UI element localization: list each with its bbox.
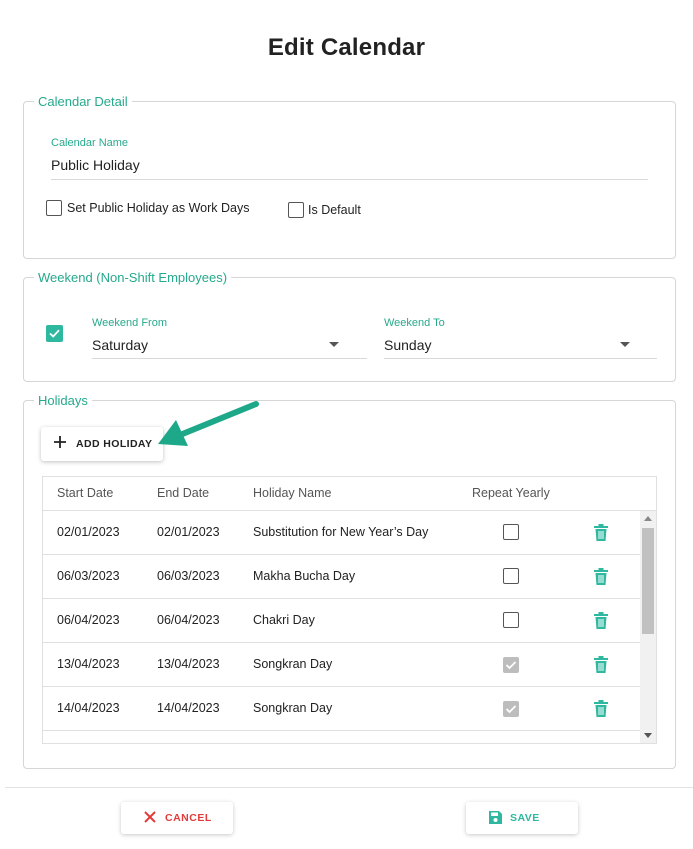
trash-icon[interactable]: [594, 568, 608, 585]
holidays-table: Start Date End Date Holiday Name Repeat …: [42, 476, 657, 744]
table-row: 13/04/2023 13/04/2023 Songkran Day: [43, 643, 640, 687]
arrow-icon: [158, 401, 259, 446]
save-label: SAVE: [510, 812, 540, 824]
weekend-legend: Weekend (Non-Shift Employees): [38, 270, 228, 285]
weekend-to-select[interactable]: Sunday: [384, 337, 431, 353]
calendar-name-label: Calendar Name: [51, 137, 129, 149]
table-row: 14/04/2023 14/04/2023 Songkran Day: [43, 687, 640, 731]
holidays-legend: Holidays: [38, 393, 88, 408]
check-icon: [505, 705, 517, 714]
start-date-cell: 02/01/2023: [57, 525, 120, 539]
is-default-checkbox[interactable]: [288, 202, 304, 218]
cancel-label: CANCEL: [165, 812, 212, 824]
holiday-name-cell: Songkran Day: [253, 657, 333, 671]
trash-icon[interactable]: [594, 524, 608, 541]
save-button[interactable]: SAVE: [466, 802, 578, 834]
column-header-repeat-yearly: Repeat Yearly: [472, 486, 550, 500]
table-row: 02/01/2023 02/01/2023 Substitution for N…: [43, 511, 640, 555]
trash-icon[interactable]: [594, 700, 608, 717]
weekend-from-label: Weekend From: [92, 317, 167, 329]
check-icon: [49, 329, 60, 338]
end-date-cell: 13/04/2023: [157, 657, 220, 671]
weekend-from-underline: [92, 358, 367, 359]
chevron-down-icon[interactable]: [329, 342, 339, 347]
end-date-cell: 14/04/2023: [157, 701, 220, 715]
repeat-yearly-checkbox[interactable]: [503, 657, 519, 673]
start-date-cell: 06/03/2023: [57, 569, 120, 583]
scroll-up-icon[interactable]: [644, 516, 652, 521]
check-icon: [505, 661, 517, 670]
column-header-start-date: Start Date: [57, 486, 114, 500]
start-date-cell: 14/04/2023: [57, 701, 120, 715]
column-header-holiday-name: Holiday Name: [253, 486, 332, 500]
set-public-holiday-label: Set Public Holiday as Work Days: [67, 201, 250, 215]
close-icon: [144, 811, 156, 823]
page-title: Edit Calendar: [267, 34, 426, 61]
weekend-to-underline: [384, 358, 657, 359]
trash-icon[interactable]: [594, 612, 608, 629]
holiday-name-cell: Chakri Day: [253, 613, 315, 627]
end-date-cell: 02/01/2023: [157, 525, 220, 539]
start-date-cell: 06/04/2023: [57, 613, 120, 627]
repeat-yearly-checkbox[interactable]: [503, 612, 519, 628]
table-header: Start Date End Date Holiday Name Repeat …: [43, 477, 656, 511]
calendar-name-input[interactable]: Public Holiday: [51, 157, 140, 173]
cancel-button[interactable]: CANCEL: [121, 802, 233, 834]
holiday-name-cell: Substitution for New Year’s Day: [253, 525, 429, 539]
weekend-enabled-checkbox[interactable]: [46, 325, 63, 342]
end-date-cell: 06/03/2023: [157, 569, 220, 583]
table-row: 06/03/2023 06/03/2023 Makha Bucha Day: [43, 555, 640, 599]
holiday-name-cell: Makha Bucha Day: [253, 569, 356, 583]
set-public-holiday-checkbox[interactable]: [46, 200, 62, 216]
table-row: 06/04/2023 06/04/2023 Chakri Day: [43, 599, 640, 643]
add-holiday-button[interactable]: ADD HOLIDAY: [41, 427, 163, 461]
column-header-end-date: End Date: [157, 486, 210, 500]
holiday-name-cell: Songkran Day: [253, 701, 333, 715]
table-scrollbar[interactable]: [640, 511, 656, 743]
weekend-from-select[interactable]: Saturday: [92, 337, 148, 353]
add-holiday-label: ADD HOLIDAY: [76, 438, 153, 450]
plus-icon: [54, 436, 66, 448]
end-date-cell: 06/04/2023: [157, 613, 220, 627]
weekend-to-label: Weekend To: [384, 317, 445, 329]
scrollbar-thumb[interactable]: [642, 528, 654, 634]
trash-icon[interactable]: [594, 656, 608, 673]
scroll-down-icon[interactable]: [644, 733, 652, 738]
repeat-yearly-checkbox[interactable]: [503, 701, 519, 717]
footer-divider: [5, 787, 693, 788]
repeat-yearly-checkbox[interactable]: [503, 568, 519, 584]
repeat-yearly-checkbox[interactable]: [503, 524, 519, 540]
chevron-down-icon[interactable]: [620, 342, 630, 347]
is-default-label: Is Default: [308, 203, 361, 217]
calendar-name-underline: [51, 179, 648, 180]
calendar-detail-section: Calendar Detail: [23, 94, 676, 259]
calendar-detail-legend: Calendar Detail: [38, 94, 128, 109]
start-date-cell: 13/04/2023: [57, 657, 120, 671]
floppy-disk-icon: [489, 811, 502, 824]
